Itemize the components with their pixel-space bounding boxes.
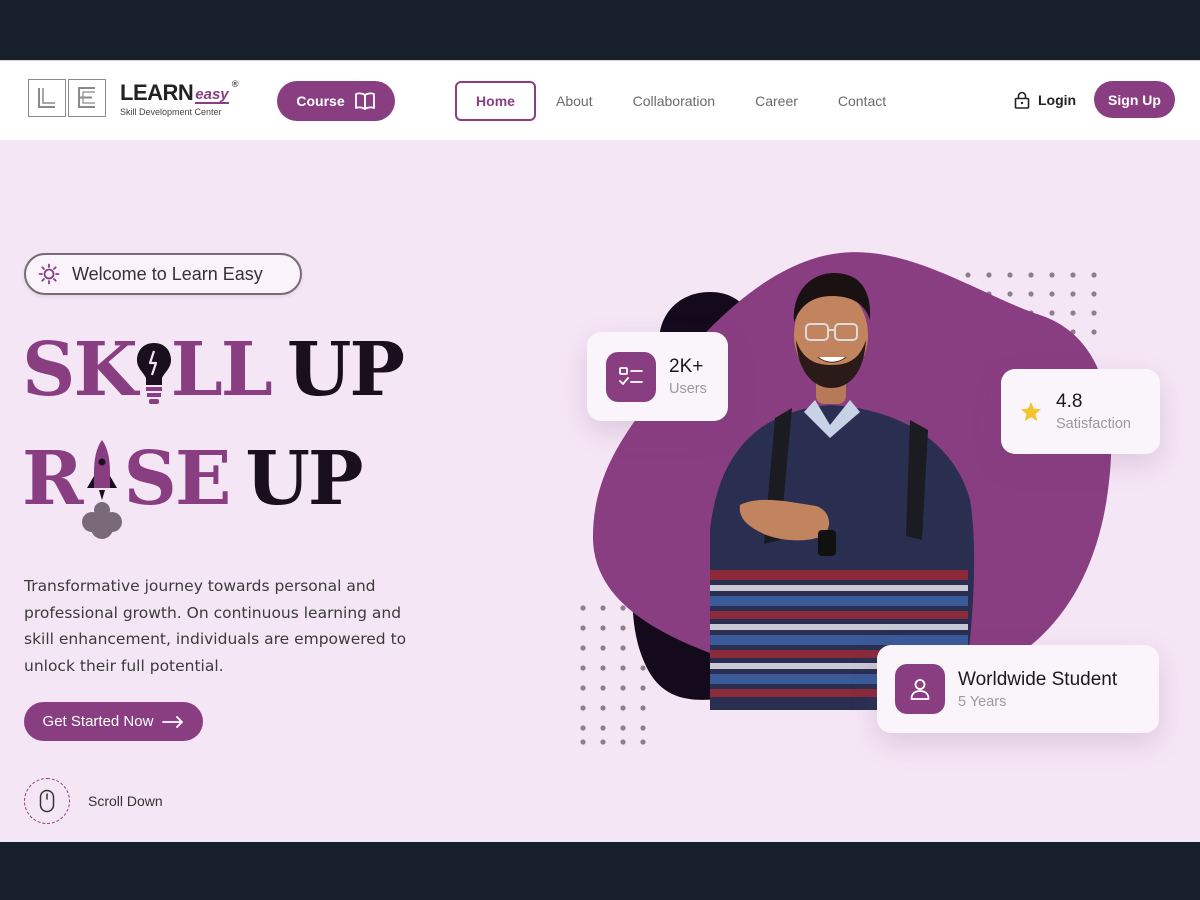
get-started-label: Get Started Now <box>42 713 154 730</box>
welcome-badge: Welcome to Learn Easy <box>24 253 302 295</box>
login-link[interactable]: Login <box>1014 91 1076 109</box>
bottom-dark-band <box>0 842 1200 900</box>
logo-wordmark: LEARN <box>120 79 194 105</box>
satisfaction-label: Satisfaction <box>1056 416 1131 432</box>
lightbulb-icon <box>136 343 171 404</box>
headline-skill-part2: LL <box>170 327 273 413</box>
welcome-badge-text: Welcome to Learn Easy <box>72 263 263 284</box>
registered-mark: ® <box>230 79 240 90</box>
headline-skill-up: SK LL UP <box>22 327 405 413</box>
course-button[interactable]: Course <box>277 81 395 121</box>
signup-button[interactable]: Sign Up <box>1094 81 1175 118</box>
users-value: 2K+ <box>669 356 704 377</box>
scroll-down-label: Scroll Down <box>88 793 163 809</box>
nav-about[interactable]: About <box>556 93 593 109</box>
scroll-ring <box>24 778 70 824</box>
main-nav: Home About Collaboration Career Contact <box>455 81 926 121</box>
users-stat-card: 2K+ Users <box>587 332 728 421</box>
headline-skill-part1: SK <box>22 327 138 413</box>
login-label: Login <box>1038 92 1077 108</box>
mouse-icon <box>39 789 55 813</box>
lock-icon <box>1014 91 1030 109</box>
nav-contact[interactable]: Contact <box>838 93 886 109</box>
logo-letter-e-icon <box>68 79 106 117</box>
headline-rise-part2: SE <box>123 436 232 522</box>
course-button-label: Course <box>296 93 345 109</box>
satisfaction-value: 4.8 <box>1056 391 1083 412</box>
brand-logo[interactable]: LEARN easy ® Skill Development Center <box>28 78 240 118</box>
users-label: Users <box>669 381 707 397</box>
nav-collaboration[interactable]: Collaboration <box>633 93 716 109</box>
sun-icon <box>38 263 60 285</box>
hero-section: Welcome to Learn Easy SK LL UP R SE UP T… <box>0 140 1200 842</box>
nav-career[interactable]: Career <box>755 93 798 109</box>
checklist-icon <box>606 351 656 402</box>
arrow-right-icon <box>162 715 184 728</box>
worldwide-stat-card: Worldwide Student 5 Years <box>877 645 1159 733</box>
worldwide-label: 5 Years <box>958 693 1007 710</box>
logo-wordmark-accent: easy <box>195 85 229 104</box>
worldwide-value: Worldwide Student <box>958 668 1118 690</box>
headline-rise-up: R SE UP <box>22 436 364 539</box>
satisfaction-stat-card: 4.8 Satisfaction <box>1001 369 1160 454</box>
hero-illustration <box>580 252 1112 745</box>
headline-up-1: UP <box>286 327 405 413</box>
hero-description: Transformative journey towards personal … <box>24 577 407 675</box>
rocket-icon <box>81 440 122 539</box>
scroll-down[interactable]: Scroll Down <box>24 778 163 824</box>
top-dark-band <box>0 0 1200 58</box>
headline-up-2: UP <box>245 436 363 522</box>
star-icon <box>1021 401 1041 421</box>
headline-rise-part1: R <box>22 436 83 522</box>
get-started-button[interactable]: Get Started Now <box>24 702 203 741</box>
navbar: LEARN easy ® Skill Development Center Co… <box>0 60 1200 140</box>
logo-letter-l-icon <box>28 79 66 117</box>
book-icon <box>354 92 375 110</box>
user-icon <box>895 664 945 714</box>
logo-tagline: Skill Development Center <box>120 106 222 117</box>
nav-home[interactable]: Home <box>455 81 536 121</box>
